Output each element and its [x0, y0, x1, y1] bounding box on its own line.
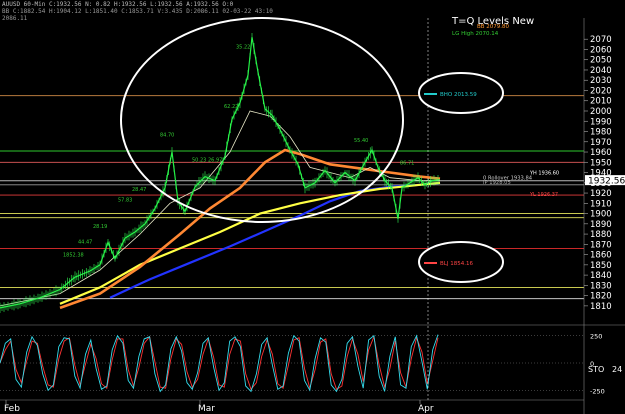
y-tick-label: 1990: [590, 117, 612, 127]
stoch-tick-label: 250: [590, 333, 602, 341]
y-tick-label: 1920: [590, 189, 612, 199]
stoch-k-line: [0, 334, 439, 393]
y-tick-label: 1850: [590, 261, 612, 271]
point-label-6: 50.23: [192, 157, 206, 163]
point-label-4: 28.47: [132, 187, 146, 193]
y-tick-label: 2030: [590, 76, 612, 86]
level-label-3: 0 Rollover 1933.84: [483, 176, 533, 182]
ma-blue-line: [109, 181, 441, 299]
point-label-9: 62.22: [224, 104, 238, 110]
last-price-label: 1932.56: [588, 177, 625, 187]
point-label-3: 57.83: [118, 197, 132, 203]
y-tick-label: 1940: [590, 169, 612, 179]
y-tick-label: 1810: [590, 302, 612, 312]
stoch-tick-label: -250: [590, 387, 605, 395]
y-tick-label: 1840: [590, 271, 612, 281]
ma-orange-line: [59, 148, 441, 310]
ma-fast-line: [0, 110, 440, 307]
x-tick-label: Apr: [418, 404, 434, 414]
y-tick-label: 1980: [590, 128, 612, 138]
stoch-tick-label: 0: [590, 360, 594, 368]
legend-item-bb: BB 2079.80: [477, 24, 510, 30]
price-line: [0, 37, 441, 309]
right-level-label-1: YL 1926.37: [529, 192, 558, 198]
last-price-badge: [585, 175, 625, 186]
y-tick-label: 1970: [590, 138, 612, 148]
legend-item-lg-high: LG High 2070.14: [452, 31, 499, 37]
x-tick-label: Feb: [4, 404, 20, 414]
highlight-ellipse: [120, 17, 404, 223]
callout-ellipse-1: [418, 241, 504, 283]
point-label-0: 1852.38: [63, 253, 84, 259]
y-tick-label: 1870: [590, 240, 612, 250]
point-label-2: 28.19: [93, 224, 107, 230]
stoch-label: STO: [588, 365, 604, 374]
point-label-11: 86.71: [400, 160, 414, 166]
callout-ellipse-0: [418, 72, 504, 114]
y-tick-label: 2070: [590, 35, 612, 45]
level-label-4: IP 1928.05: [483, 180, 511, 186]
y-tick-label: 1960: [590, 148, 612, 158]
y-tick-label: 1830: [590, 281, 612, 291]
y-tick-label: 2020: [590, 86, 612, 96]
x-tick-label: Mar: [198, 404, 215, 414]
point-label-1: 44.47: [78, 239, 92, 245]
y-tick-label: 2050: [590, 56, 612, 66]
y-tick-label: 1930: [590, 179, 612, 189]
y-tick-label: 2010: [590, 97, 612, 107]
ma-yellow-line: [59, 181, 441, 305]
stoch-period: 24: [612, 365, 622, 374]
y-tick-label: 2060: [590, 45, 612, 55]
y-tick-label: 2040: [590, 66, 612, 76]
chart-header-line2: BB C:1882.54 H:1904.12 L:1851.40 C:1853.…: [2, 8, 273, 15]
chart-header-line1: AUUSD 60-Min C:1932.56 N: 0.82 H:1932.56…: [2, 1, 234, 8]
point-label-7: 26.97: [208, 157, 222, 163]
stoch-d-line: [0, 335, 439, 391]
y-tick-label: 1890: [590, 220, 612, 230]
point-label-5: 84.70: [160, 133, 174, 139]
chart-header-line3: 2086.11: [2, 15, 28, 22]
chart-window: AUUSD 60-Min C:1932.56 N: 0.82 H:1932.56…: [0, 0, 625, 414]
y-tick-label: 1950: [590, 158, 612, 168]
y-tick-label: 1910: [590, 199, 612, 209]
point-label-8: 35.22: [236, 44, 250, 50]
y-tick-label: 2000: [590, 107, 612, 117]
callout-label-0: BHO 2013.59: [440, 92, 477, 98]
y-tick-label: 1820: [590, 292, 612, 302]
y-tick-label: 1860: [590, 251, 612, 261]
right-level-label-0: YH 1936.60: [529, 171, 559, 177]
callout-label-1: BLJ 1854.16: [440, 261, 473, 267]
point-label-10: 55.40: [354, 138, 368, 144]
price-chart[interactable]: 250 0 -250 STO 24 0 Rollover 1933.84IP 1928.…: [0, 0, 625, 414]
y-tick-label: 1880: [590, 230, 612, 240]
y-tick-label: 1900: [590, 210, 612, 220]
